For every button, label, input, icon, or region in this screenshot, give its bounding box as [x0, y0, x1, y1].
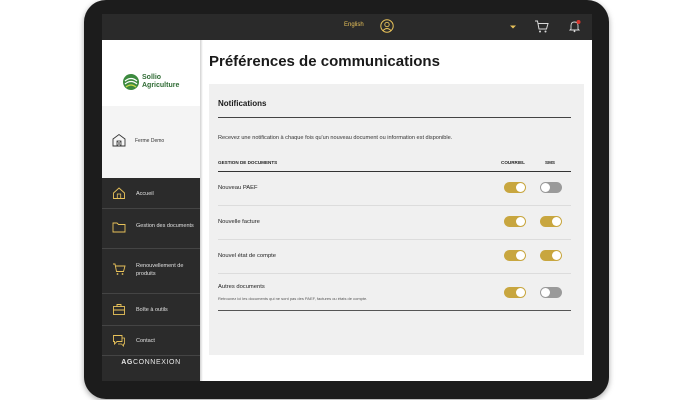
cart-icon: [113, 263, 126, 275]
sidebar-item-renouvellement[interactable]: Renouvellement de produits: [102, 248, 200, 294]
sidebar-item-contact[interactable]: Contact: [102, 325, 200, 356]
row-sublabel: Retrouvez ici les documents qui ne sont …: [218, 296, 368, 301]
app-screen: English Sollio Agriculture Ferme Demo Ac…: [102, 14, 592, 381]
sollio-logo[interactable]: Sollio Agriculture: [122, 72, 192, 94]
row-label: Nouvel état de compte: [218, 253, 277, 259]
top-bar: English: [102, 14, 592, 40]
cart-icon[interactable]: [534, 19, 549, 34]
farm-name: Ferme Demo: [135, 138, 165, 144]
email-toggle[interactable]: [504, 216, 526, 227]
sidebar-nav: Accueil Gestion des documents Renouvelle…: [102, 178, 200, 381]
sms-toggle[interactable]: [540, 182, 562, 193]
toolbox-icon: [113, 304, 125, 315]
chat-icon: [113, 335, 125, 347]
table-row: Nouvelle facture: [218, 206, 571, 240]
toggle-knob: [552, 217, 561, 226]
toggle-knob: [552, 251, 561, 260]
sidebar-item-boite-outils[interactable]: Boîte à outils: [102, 293, 200, 326]
sidebar-item-label: Contact: [136, 338, 155, 344]
sms-toggle[interactable]: [540, 216, 562, 227]
toggle-knob: [516, 288, 525, 297]
email-toggle[interactable]: [504, 287, 526, 298]
agconnexion-logo: AGCONNEXION: [102, 359, 200, 366]
farm-selector[interactable]: Ferme Demo: [102, 106, 200, 178]
column-header-email: COURRIEL: [501, 160, 525, 165]
table-row: Nouvel état de compte: [218, 240, 571, 274]
main-content: Préférences de communications Notificati…: [203, 40, 592, 381]
table-row: Nouveau PAEF: [218, 172, 571, 206]
sidebar-item-label: Gestion des documents: [136, 223, 194, 229]
email-toggle[interactable]: [504, 250, 526, 261]
toggle-knob: [541, 288, 550, 297]
toggle-knob: [541, 183, 550, 192]
toggle-knob: [516, 251, 525, 260]
logo-line-1: Sollio: [142, 74, 162, 81]
sidebar-item-label: Accueil: [136, 191, 154, 197]
home-icon: [113, 187, 125, 199]
brand-bold: AG: [121, 359, 133, 366]
leaf-logo-icon: [123, 74, 139, 90]
row-label: Autres documents: [218, 284, 265, 290]
page-title: Préférences de communications: [209, 53, 440, 70]
divider: [218, 310, 571, 311]
table-row: Autres documents Retrouvez ici les docum…: [218, 274, 571, 310]
barn-icon: [112, 133, 126, 147]
notifications-card: Notifications Recevez une notification à…: [209, 84, 584, 355]
toggle-knob: [516, 217, 525, 226]
user-icon[interactable]: [380, 19, 394, 33]
sidebar: Sollio Agriculture Ferme Demo Accueil Ge…: [102, 40, 200, 381]
sidebar-item-label: Boîte à outils: [136, 307, 168, 313]
folder-icon: [112, 222, 126, 233]
toggle-knob: [516, 183, 525, 192]
sms-toggle[interactable]: [540, 250, 562, 261]
column-header-sms: SMS: [545, 160, 555, 165]
row-label: Nouvelle facture: [218, 219, 260, 225]
card-title: Notifications: [218, 99, 267, 108]
brand-rest: CONNEXION: [132, 359, 181, 366]
notifications-description: Recevez une notification à chaque fois q…: [218, 135, 453, 141]
row-label: Nouveau PAEF: [218, 185, 258, 191]
language-switch[interactable]: English: [344, 22, 364, 28]
sms-toggle[interactable]: [540, 287, 562, 298]
chevron-down-icon[interactable]: [509, 23, 517, 31]
logo-line-2: Agriculture: [142, 82, 180, 89]
email-toggle[interactable]: [504, 182, 526, 193]
logo-wordmark: Sollio Agriculture: [142, 74, 179, 90]
sidebar-item-label: Renouvellement de produits: [136, 263, 184, 277]
divider: [218, 117, 571, 118]
sidebar-item-documents[interactable]: Gestion des documents: [102, 208, 200, 249]
column-header-documents: GESTION DE DOCUMENTS: [218, 160, 278, 165]
bell-icon[interactable]: [568, 19, 581, 33]
sidebar-item-accueil[interactable]: Accueil: [102, 178, 200, 209]
